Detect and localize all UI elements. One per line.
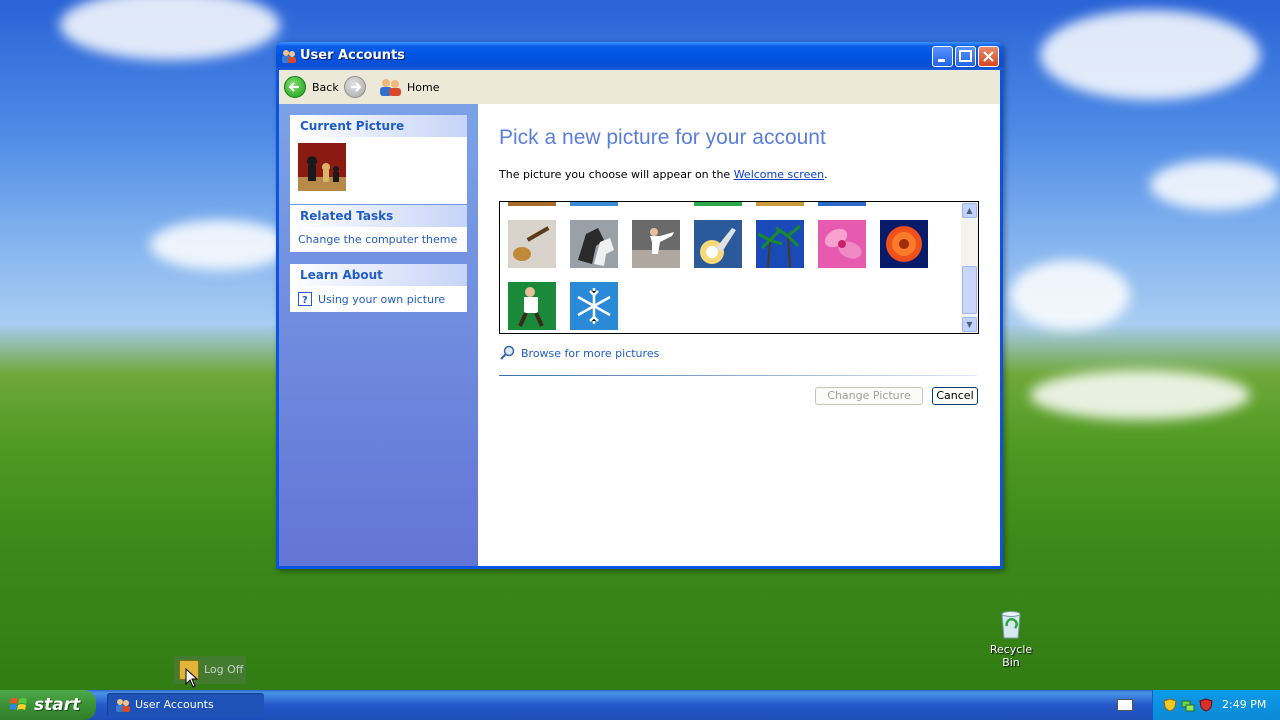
skater-picture[interactable]: [508, 282, 556, 330]
welcome-screen-link[interactable]: Welcome screen: [734, 168, 824, 181]
change-picture-button[interactable]: Change Picture: [815, 387, 923, 405]
recycle-bin[interactable]: Recycle Bin: [980, 608, 1042, 669]
scroll-up-button[interactable]: ▲: [962, 203, 977, 218]
security-alert-icon[interactable]: [1199, 698, 1213, 712]
minimize-icon: [938, 59, 945, 62]
rocket-picture[interactable]: [694, 220, 742, 268]
current-picture-panel: Current Picture: [290, 115, 467, 204]
horses-picture[interactable]: [570, 220, 618, 268]
cloud: [1010, 260, 1130, 330]
mouse-cursor-icon: [185, 668, 199, 688]
minimize-button[interactable]: [932, 46, 953, 67]
home-users-icon: [380, 79, 401, 96]
change-theme-link[interactable]: Change the computer theme: [298, 233, 457, 246]
partial-picture[interactable]: [818, 202, 866, 206]
forward-arrow-icon: [344, 76, 366, 98]
description-text: The picture you choose will appear on th…: [499, 168, 734, 181]
divider: [499, 375, 977, 376]
using-own-picture-link[interactable]: Using your own picture: [318, 293, 445, 306]
help-icon: ?: [298, 292, 312, 306]
desktop: User Accounts Back Home Current Picture …: [0, 0, 1280, 720]
karate-picture[interactable]: [632, 220, 680, 268]
main-content: Pick a new picture for your account The …: [478, 104, 1000, 566]
cloud: [150, 220, 290, 270]
log-off-label: Log Off: [204, 663, 244, 676]
close-button[interactable]: [978, 46, 999, 67]
cloud: [60, 0, 280, 60]
forward-button[interactable]: [344, 75, 372, 99]
picture-list-scrollbar[interactable]: ▲ ▼: [961, 202, 978, 333]
home-button[interactable]: Home: [379, 75, 439, 99]
magnifier-icon: [500, 345, 515, 360]
cloud: [1150, 160, 1280, 210]
partial-picture[interactable]: [756, 202, 804, 206]
sidebar: Current Picture Related Tasks Change the…: [279, 104, 478, 566]
back-button[interactable]: Back: [284, 75, 339, 99]
keyboard-icon[interactable]: [1117, 699, 1133, 711]
security-shield-icon[interactable]: [1163, 698, 1177, 712]
taskbar-item-label: User Accounts: [135, 698, 214, 711]
picture-list[interactable]: ▲ ▼: [499, 201, 979, 334]
maximize-button[interactable]: [955, 46, 976, 67]
current-picture-heading: Current Picture: [290, 115, 467, 137]
scroll-thumb[interactable]: [962, 266, 977, 314]
taskbar: start User Accounts 2:49 PM: [0, 690, 1280, 720]
browse-pictures-link[interactable]: Browse for more pictures: [499, 345, 659, 361]
partial-picture[interactable]: [694, 202, 742, 206]
page-description: The picture you choose will appear on th…: [499, 168, 828, 181]
recycle-bin-icon: [1001, 611, 1021, 639]
scroll-down-button[interactable]: ▼: [962, 317, 977, 332]
title-bar[interactable]: User Accounts: [276, 42, 1003, 70]
learn-about-panel: Learn About ? Using your own picture: [290, 264, 467, 312]
back-label: Back: [312, 80, 339, 94]
palm-trees-picture[interactable]: [756, 220, 804, 268]
current-picture-chess-image: [298, 143, 346, 191]
users-icon: [282, 50, 296, 63]
page-title: Pick a new picture for your account: [499, 126, 826, 149]
browse-label: Browse for more pictures: [521, 346, 660, 360]
partial-picture[interactable]: [570, 202, 618, 206]
start-label: start: [34, 695, 81, 715]
window-client: Back Home Current Picture Related Tasks …: [279, 70, 1000, 566]
svg-text:?: ?: [302, 295, 308, 306]
clock: 2:49 PM: [1222, 698, 1267, 711]
windows-logo-icon: [10, 698, 27, 710]
pink-flower-picture[interactable]: [818, 220, 866, 268]
partial-picture[interactable]: [508, 202, 556, 206]
home-label: Home: [407, 80, 440, 94]
recycle-bin-label: Recycle Bin: [989, 643, 1033, 669]
orange-flower-picture[interactable]: [880, 220, 928, 268]
toolbar: Back Home: [279, 70, 1000, 105]
taskbar-item-user-accounts[interactable]: User Accounts: [107, 693, 264, 717]
user-accounts-window: User Accounts Back Home Current Picture …: [276, 42, 1003, 569]
cloud: [1040, 10, 1260, 100]
related-tasks-panel: Related Tasks Change the computer theme: [290, 205, 467, 252]
cancel-button[interactable]: Cancel: [932, 387, 978, 405]
snowflake-picture[interactable]: [570, 282, 618, 330]
window-title: User Accounts: [300, 48, 405, 63]
back-arrow-icon: [284, 76, 306, 98]
guitar-picture[interactable]: [508, 220, 556, 268]
description-period: .: [824, 168, 828, 181]
network-icon[interactable]: [1181, 698, 1195, 712]
cloud: [1030, 370, 1250, 420]
learn-about-heading: Learn About: [290, 264, 467, 286]
users-icon: [116, 699, 130, 712]
start-button[interactable]: start: [0, 690, 96, 720]
close-icon: [983, 51, 994, 62]
related-tasks-heading: Related Tasks: [290, 205, 467, 227]
maximize-icon: [959, 50, 972, 62]
